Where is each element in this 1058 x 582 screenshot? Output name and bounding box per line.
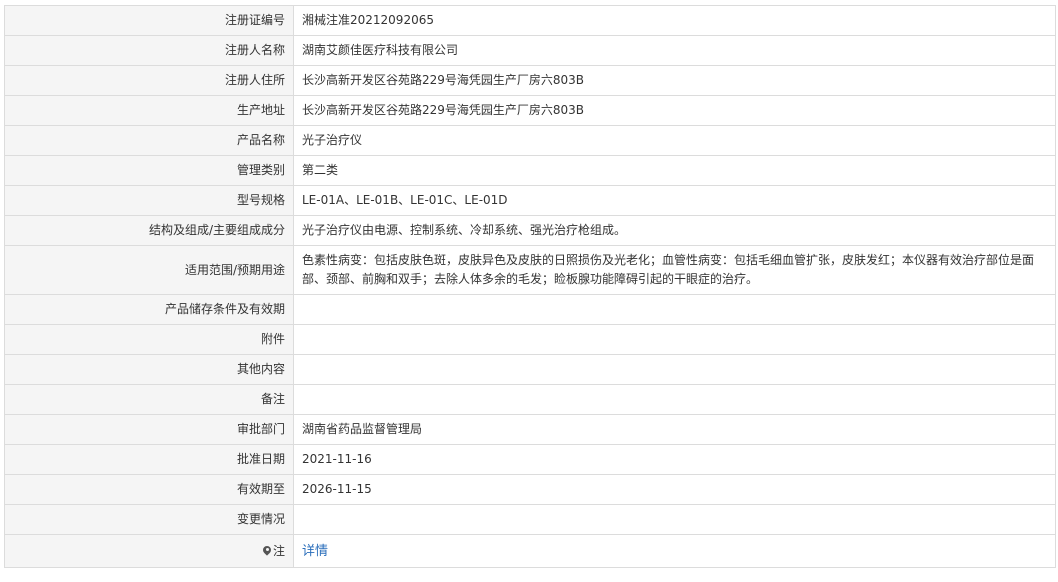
details-link[interactable]: 详情	[302, 544, 328, 559]
row-value: 湘械注准20212092065	[293, 5, 1056, 36]
row-value: 光子治疗仪	[293, 125, 1056, 156]
row-approval-department: 审批部门 湖南省药品监督管理局	[4, 414, 1056, 445]
row-label: 有效期至	[4, 474, 294, 505]
row-value: 2021-11-16	[293, 444, 1056, 475]
row-label: 生产地址	[4, 95, 294, 126]
row-value	[293, 294, 1056, 325]
row-label: 产品储存条件及有效期	[4, 294, 294, 325]
row-label: 管理类别	[4, 155, 294, 186]
row-registrant-address: 注册人住所 长沙高新开发区谷苑路229号海凭园生产厂房六803B	[4, 65, 1056, 96]
row-registration-number: 注册证编号 湘械注准20212092065	[4, 5, 1056, 36]
row-value	[293, 354, 1056, 385]
map-pin-icon	[263, 546, 272, 556]
row-value: 2026-11-15	[293, 474, 1056, 505]
row-label: 适用范围/预期用途	[4, 245, 294, 295]
row-valid-until: 有效期至 2026-11-15	[4, 474, 1056, 505]
row-note: 注 详情	[4, 534, 1056, 568]
row-label: 注册人名称	[4, 35, 294, 66]
row-value: 长沙高新开发区谷苑路229号海凭园生产厂房六803B	[293, 65, 1056, 96]
row-attachments: 附件	[4, 324, 1056, 355]
row-model-spec: 型号规格 LE-01A、LE-01B、LE-01C、LE-01D	[4, 185, 1056, 216]
row-label: 注册证编号	[4, 5, 294, 36]
row-value: 湖南艾颜佳医疗科技有限公司	[293, 35, 1056, 66]
row-remarks: 备注	[4, 384, 1056, 415]
row-value: LE-01A、LE-01B、LE-01C、LE-01D	[293, 185, 1056, 216]
row-intended-use: 适用范围/预期用途 色素性病变：包括皮肤色斑，皮肤异色及皮肤的日照损伤及光老化；…	[4, 245, 1056, 295]
note-label-cell: 注	[4, 534, 294, 568]
row-production-address: 生产地址 长沙高新开发区谷苑路229号海凭园生产厂房六803B	[4, 95, 1056, 126]
row-other-content: 其他内容	[4, 354, 1056, 385]
row-value	[293, 504, 1056, 535]
row-structure-composition: 结构及组成/主要组成成分 光子治疗仪由电源、控制系统、冷却系统、强光治疗枪组成。	[4, 215, 1056, 246]
row-value: 第二类	[293, 155, 1056, 186]
row-approval-date: 批准日期 2021-11-16	[4, 444, 1056, 475]
row-label: 结构及组成/主要组成成分	[4, 215, 294, 246]
row-label: 产品名称	[4, 125, 294, 156]
row-label: 附件	[4, 324, 294, 355]
row-label: 批准日期	[4, 444, 294, 475]
row-label: 审批部门	[4, 414, 294, 445]
row-value	[293, 384, 1056, 415]
note-label: 注	[272, 543, 285, 558]
registration-detail-table: 注册证编号 湘械注准20212092065 注册人名称 湖南艾颜佳医疗科技有限公…	[4, 5, 1056, 568]
row-label: 备注	[4, 384, 294, 415]
row-label: 变更情况	[4, 504, 294, 535]
row-change-status: 变更情况	[4, 504, 1056, 535]
row-value	[293, 324, 1056, 355]
row-registrant-name: 注册人名称 湖南艾颜佳医疗科技有限公司	[4, 35, 1056, 66]
row-product-name: 产品名称 光子治疗仪	[4, 125, 1056, 156]
row-label: 其他内容	[4, 354, 294, 385]
row-management-category: 管理类别 第二类	[4, 155, 1056, 186]
row-label: 注册人住所	[4, 65, 294, 96]
row-value: 色素性病变：包括皮肤色斑，皮肤异色及皮肤的日照损伤及光老化；血管性病变：包括毛细…	[293, 245, 1056, 295]
row-value: 光子治疗仪由电源、控制系统、冷却系统、强光治疗枪组成。	[293, 215, 1056, 246]
row-value: 长沙高新开发区谷苑路229号海凭园生产厂房六803B	[293, 95, 1056, 126]
row-label: 型号规格	[4, 185, 294, 216]
row-value: 湖南省药品监督管理局	[293, 414, 1056, 445]
row-storage-validity: 产品储存条件及有效期	[4, 294, 1056, 325]
note-value-cell: 详情	[293, 534, 1056, 568]
